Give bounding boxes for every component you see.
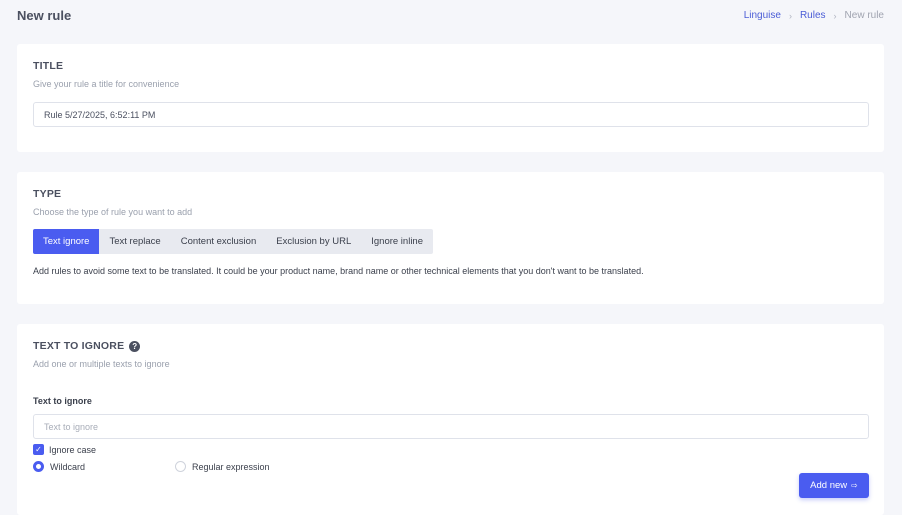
type-card: TYPE Choose the type of rule you want to… bbox=[17, 172, 884, 304]
page-title: New rule bbox=[17, 8, 72, 23]
rule-title-input[interactable] bbox=[33, 102, 869, 127]
type-heading: TYPE bbox=[33, 188, 62, 200]
ignore-heading-wrap: TEXT TO IGNORE ? bbox=[33, 340, 141, 352]
tab-text-ignore[interactable]: Text ignore bbox=[33, 229, 100, 254]
page-header: New rule Linguise › Rules › New rule bbox=[0, 0, 902, 34]
add-new-label: Add new bbox=[810, 480, 848, 491]
ignore-subtitle: Add one or multiple texts to ignore bbox=[33, 359, 170, 369]
regex-label: Regular expression bbox=[192, 461, 270, 472]
ignore-case-option[interactable]: ✓ Ignore case bbox=[33, 444, 96, 455]
regex-radio[interactable] bbox=[175, 461, 186, 472]
title-subtitle: Give your rule a title for convenience bbox=[33, 79, 180, 89]
tab-ignore-inline[interactable]: Ignore inline bbox=[361, 229, 433, 254]
breadcrumb: Linguise › Rules › New rule bbox=[744, 10, 884, 21]
chevron-right-icon: › bbox=[788, 10, 792, 21]
title-card: TITLE Give your rule a title for conveni… bbox=[17, 44, 884, 152]
text-to-ignore-label: Text to ignore bbox=[33, 396, 92, 406]
type-subtitle: Choose the type of rule you want to add bbox=[33, 207, 193, 217]
breadcrumb-rules[interactable]: Rules bbox=[800, 10, 826, 21]
text-to-ignore-card: TEXT TO IGNORE ? Add one or multiple tex… bbox=[17, 324, 884, 515]
ignore-case-label: Ignore case bbox=[49, 444, 97, 455]
chevron-right-icon: › bbox=[833, 10, 837, 21]
wildcard-label: Wildcard bbox=[50, 461, 86, 472]
ignore-case-checkbox[interactable]: ✓ bbox=[33, 444, 44, 455]
wildcard-radio[interactable] bbox=[33, 461, 44, 472]
help-circle-icon[interactable]: ? bbox=[129, 340, 141, 352]
breadcrumb-linguise[interactable]: Linguise bbox=[744, 10, 781, 21]
tab-content-exclusion[interactable]: Content exclusion bbox=[171, 229, 267, 254]
rule-type-tabs: Text ignore Text replace Content exclusi… bbox=[33, 229, 433, 254]
add-new-button[interactable]: Add new ⇨ bbox=[799, 473, 869, 498]
text-to-ignore-input[interactable] bbox=[33, 414, 869, 439]
title-heading: TITLE bbox=[33, 60, 64, 72]
regex-option[interactable]: Regular expression bbox=[175, 461, 270, 472]
tab-text-replace[interactable]: Text replace bbox=[99, 229, 170, 254]
arrow-icon: ⇨ bbox=[851, 481, 858, 490]
tab-exclusion-by-url[interactable]: Exclusion by URL bbox=[266, 229, 361, 254]
ignore-heading: TEXT TO IGNORE bbox=[33, 340, 125, 352]
wildcard-option[interactable]: Wildcard bbox=[33, 461, 85, 472]
check-icon: ✓ bbox=[35, 445, 42, 454]
breadcrumb-current: New rule bbox=[844, 10, 884, 21]
type-description: Add rules to avoid some text to be trans… bbox=[33, 266, 644, 276]
